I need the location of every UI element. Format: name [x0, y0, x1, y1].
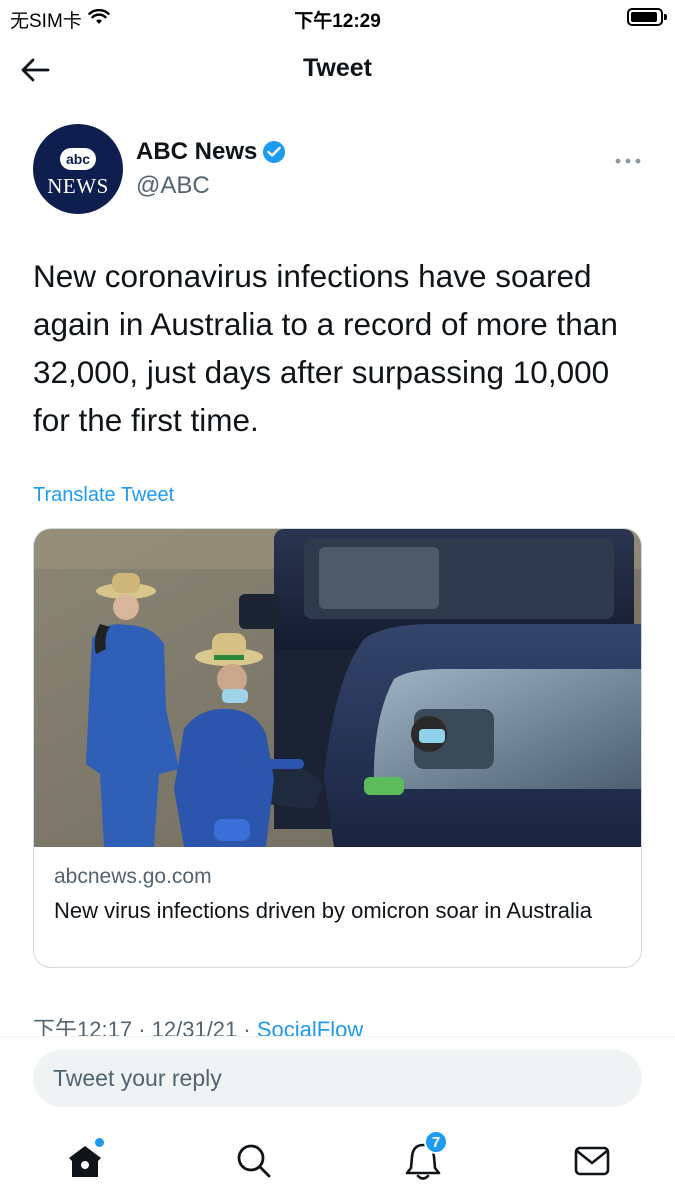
- notification-count-badge: 7: [424, 1130, 448, 1154]
- bottom-tab-bar: 7: [0, 1128, 675, 1200]
- tab-home[interactable]: [60, 1136, 110, 1186]
- author-handle[interactable]: @ABC: [136, 172, 210, 200]
- meta-separator: ·: [138, 1017, 146, 1036]
- tab-notifications[interactable]: 7: [398, 1130, 448, 1186]
- tweet-source-link[interactable]: SocialFlow: [257, 1017, 363, 1036]
- tweet-metadata: 下午12:17 · 12/31/21 · SocialFlow: [33, 1012, 363, 1036]
- tweet-date: 12/31/21: [151, 1017, 238, 1036]
- card-image: [34, 529, 641, 847]
- mail-icon: [574, 1146, 610, 1176]
- meta-separator: ·: [243, 1017, 251, 1036]
- tweet-text: New coronavirus infections have soared a…: [33, 258, 618, 438]
- search-icon: [237, 1144, 271, 1178]
- home-icon: [69, 1146, 101, 1177]
- reply-input[interactable]: [33, 1050, 642, 1107]
- card-domain: abcnews.go.com: [54, 865, 212, 888]
- verified-badge-icon: [263, 141, 286, 163]
- clock: 下午12:29: [294, 11, 381, 32]
- battery-icon: [627, 8, 667, 26]
- author-name-text: ABC News: [136, 138, 258, 165]
- author-name[interactable]: ABC News: [136, 138, 286, 166]
- top-navigation-bar: Tweet: [0, 40, 675, 100]
- card-title: New virus infections driven by omicron s…: [54, 898, 593, 923]
- translate-tweet-link[interactable]: Translate Tweet: [33, 484, 174, 507]
- more-options-button[interactable]: [615, 144, 641, 170]
- divider: [0, 1036, 675, 1037]
- news-logo-text: NEWS: [47, 173, 109, 198]
- tab-messages[interactable]: [567, 1136, 617, 1186]
- tab-search[interactable]: [229, 1136, 279, 1186]
- tweet-time: 下午12:17: [33, 1017, 133, 1036]
- abc-logo: abc: [60, 147, 96, 170]
- more-horizontal-icon: [615, 158, 641, 164]
- tweet-author: abc NEWS ABC News @ABC: [33, 124, 643, 216]
- link-preview-card[interactable]: abcnews.go.com New virus infections driv…: [33, 528, 642, 968]
- avatar[interactable]: abc NEWS: [33, 124, 123, 214]
- page-title: Tweet: [303, 54, 372, 82]
- new-content-dot: [95, 1138, 104, 1147]
- status-bar: 无SIM卡 下午12:29: [0, 0, 675, 36]
